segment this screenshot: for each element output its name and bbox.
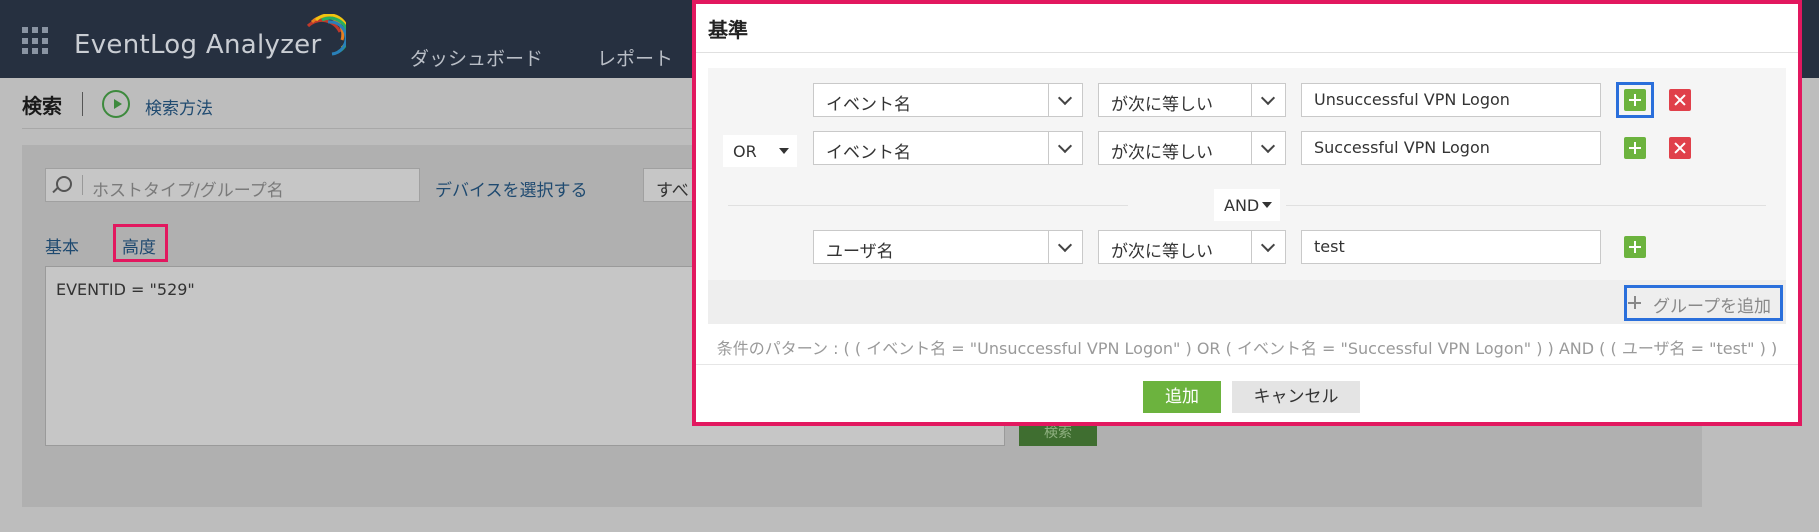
add-button[interactable]: 追加 xyxy=(1143,381,1221,413)
select-device-link[interactable]: デバイスを選択する xyxy=(435,176,588,201)
add-condition-button[interactable] xyxy=(1624,236,1646,258)
caret-down-icon xyxy=(1262,202,1272,208)
operator-dropdown-1[interactable]: が次に等しい xyxy=(1098,83,1286,117)
delete-condition-button[interactable] xyxy=(1669,137,1691,159)
condition-pattern: 条件のパターン : ( ( イベント名 = "Unsuccessful VPN … xyxy=(716,339,1778,358)
group-operator-label: OR xyxy=(733,142,757,161)
all-select-label: すべ xyxy=(656,181,689,201)
chevron-down-icon xyxy=(1251,231,1285,263)
divider xyxy=(696,52,1798,53)
brand-logo-icon xyxy=(306,14,346,56)
value-text: Unsuccessful VPN Logon xyxy=(1314,90,1510,109)
value-input-3[interactable]: test xyxy=(1301,230,1601,264)
add-condition-button[interactable] xyxy=(1624,137,1646,159)
modal-title: 基準 xyxy=(708,18,748,42)
cancel-button[interactable]: キャンセル xyxy=(1232,381,1360,413)
divider xyxy=(728,205,1128,206)
tab-basic[interactable]: 基本 xyxy=(45,233,79,258)
chevron-down-icon xyxy=(1251,84,1285,116)
field-label: イベント名 xyxy=(826,143,911,163)
search-method-link[interactable]: 検索方法 xyxy=(145,94,213,119)
field-label: ユーザ名 xyxy=(826,242,894,262)
divider xyxy=(696,364,1798,365)
between-groups-operator-select[interactable]: AND xyxy=(1214,189,1280,221)
search-icon xyxy=(56,176,72,192)
group-operator-select[interactable]: OR xyxy=(723,135,797,167)
field-dropdown-2[interactable]: イベント名 xyxy=(813,131,1083,165)
criteria-modal: 基準 イベント名 が次に等しい Unsuccessful VPN Logon O… xyxy=(692,0,1802,426)
field-label: イベント名 xyxy=(826,95,911,115)
value-input-1[interactable]: Unsuccessful VPN Logon xyxy=(1301,83,1601,117)
operator-dropdown-2[interactable]: が次に等しい xyxy=(1098,131,1286,165)
input-divider xyxy=(82,175,83,195)
chevron-down-icon xyxy=(1251,132,1285,164)
delete-condition-button[interactable] xyxy=(1669,89,1691,111)
field-dropdown-1[interactable]: イベント名 xyxy=(813,83,1083,117)
nav-reports[interactable]: レポート xyxy=(597,44,673,71)
play-icon[interactable] xyxy=(102,90,130,118)
app-grid-icon[interactable] xyxy=(22,27,50,55)
brand-name[interactable]: EventLog Analyzer xyxy=(74,30,321,60)
page-title: 検索 xyxy=(22,94,62,118)
host-search-placeholder: ホストタイプ/グループ名 xyxy=(92,181,284,201)
caret-down-icon xyxy=(779,148,789,154)
chevron-down-icon xyxy=(1048,231,1082,263)
divider xyxy=(22,128,712,129)
operator-dropdown-3[interactable]: が次に等しい xyxy=(1098,230,1286,264)
operator-label: が次に等しい xyxy=(1111,242,1213,262)
field-dropdown-3[interactable]: ユーザ名 xyxy=(813,230,1083,264)
operator-label: が次に等しい xyxy=(1111,143,1213,163)
between-groups-operator-label: AND xyxy=(1224,196,1260,215)
value-text: Successful VPN Logon xyxy=(1314,138,1490,157)
value-input-2[interactable]: Successful VPN Logon xyxy=(1301,131,1601,165)
plus-icon xyxy=(1628,296,1642,310)
chevron-down-icon xyxy=(1048,84,1082,116)
tab-advanced[interactable]: 高度 xyxy=(122,233,156,258)
chevron-down-icon xyxy=(1048,132,1082,164)
divider xyxy=(1286,205,1766,206)
nav-dashboard[interactable]: ダッシュボード xyxy=(410,44,543,71)
title-divider xyxy=(82,92,83,116)
add-group-label: グループを追加 xyxy=(1653,297,1771,317)
query-text: EVENTID = "529" xyxy=(56,280,195,299)
operator-label: が次に等しい xyxy=(1111,95,1213,115)
value-text: test xyxy=(1314,237,1345,256)
add-condition-button[interactable] xyxy=(1624,89,1646,111)
